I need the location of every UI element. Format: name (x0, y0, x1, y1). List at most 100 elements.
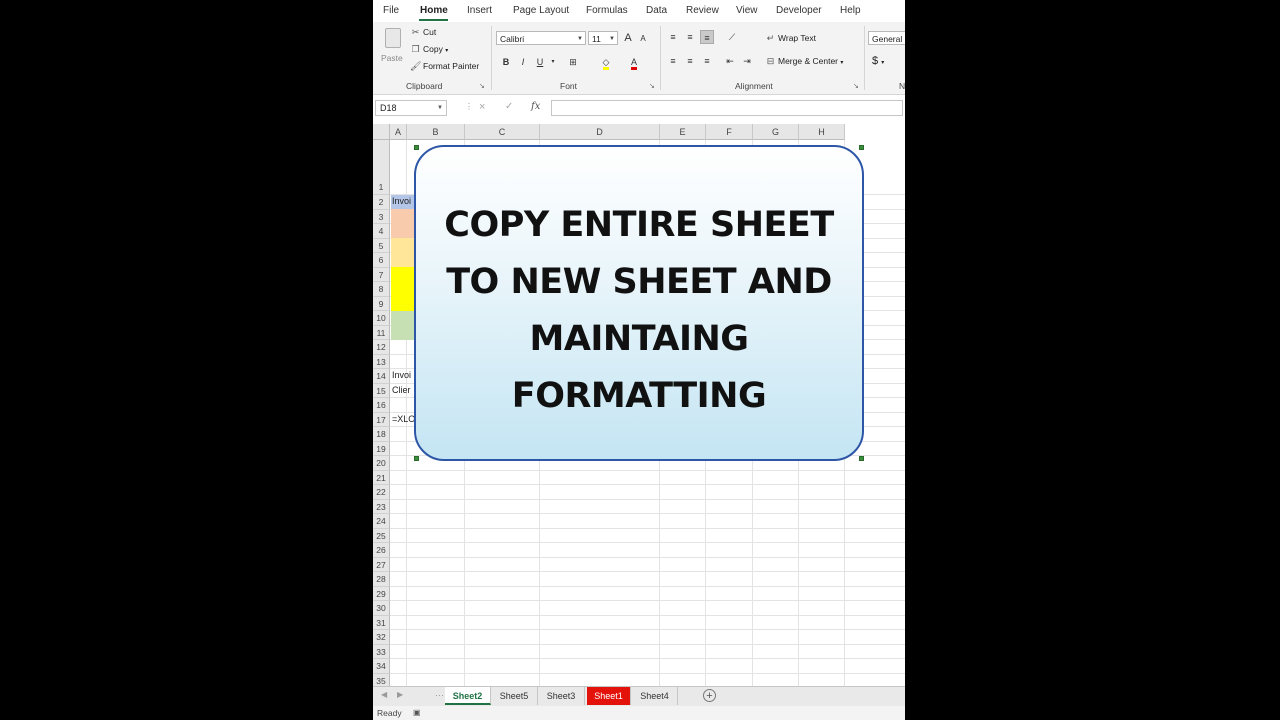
orientation-icon[interactable]: ⟋ (725, 30, 739, 44)
bold-button[interactable]: B (499, 55, 513, 69)
row-header[interactable]: 18 (373, 427, 390, 442)
selection-handle[interactable] (414, 456, 419, 461)
fill-color-button[interactable]: ◇ (599, 55, 613, 70)
row-header[interactable]: 3 (373, 209, 390, 224)
row-header[interactable]: 17 (373, 412, 390, 427)
enter-icon[interactable]: ✓ (505, 101, 513, 112)
row-header[interactable]: 9 (373, 296, 390, 311)
row-header[interactable]: 7 (373, 267, 390, 282)
next-sheet-icon[interactable]: ▶ (397, 690, 403, 699)
row-header[interactable]: 28 (373, 572, 390, 587)
row-header[interactable]: 15 (373, 383, 390, 398)
font-size-select[interactable]: 11 ▼ (588, 31, 618, 45)
row-header[interactable]: 30 (373, 601, 390, 616)
row-header[interactable]: 22 (373, 485, 390, 500)
column-header[interactable]: D (540, 124, 660, 140)
prev-sheet-icon[interactable]: ◀ (381, 690, 387, 699)
sheet-tab-sheet1[interactable]: Sheet1 (587, 687, 631, 705)
tab-file[interactable]: File (383, 5, 399, 16)
selection-handle[interactable] (414, 145, 419, 150)
add-sheet-button[interactable]: + (703, 689, 716, 702)
copy-button[interactable]: ❐ Copy ▾ (410, 44, 448, 55)
italic-button[interactable]: I (516, 55, 530, 69)
align-center-icon[interactable]: ≡ (683, 54, 697, 68)
row-header[interactable]: 14 (373, 369, 390, 384)
row-header[interactable]: 16 (373, 398, 390, 413)
row-header[interactable]: 5 (373, 238, 390, 253)
sheet-tab-sheet4[interactable]: Sheet4 (632, 687, 678, 705)
column-header[interactable]: H (799, 124, 845, 140)
row-header[interactable]: 2 (373, 195, 390, 210)
selection-handle[interactable] (859, 145, 864, 150)
row-header[interactable]: 29 (373, 586, 390, 601)
grow-font-button[interactable]: A (621, 31, 635, 45)
currency-button[interactable]: $ ▾ (872, 55, 884, 67)
font-launcher-icon[interactable]: ↘ (649, 82, 655, 90)
column-header[interactable]: C (465, 124, 540, 140)
merge-center-button[interactable]: ⊟ Merge & Center ▾ (765, 56, 844, 67)
tab-review[interactable]: Review (686, 5, 719, 16)
align-middle-icon[interactable]: ≡ (683, 30, 697, 44)
sheet-tab-sheet2[interactable]: Sheet2 (445, 687, 491, 705)
column-header[interactable]: F (706, 124, 753, 140)
column-header[interactable]: A (390, 124, 407, 140)
format-painter-button[interactable]: 🖌 Format Painter (410, 61, 479, 72)
more-options-icon[interactable]: ⋮ (465, 102, 473, 111)
paste-button[interactable]: Paste (379, 26, 407, 66)
column-header[interactable]: G (753, 124, 799, 140)
column-header[interactable]: E (660, 124, 706, 140)
row-header[interactable]: 26 (373, 543, 390, 558)
row-header[interactable]: 20 (373, 456, 390, 471)
row-header[interactable]: 21 (373, 470, 390, 485)
formula-input[interactable] (551, 100, 903, 116)
row-header[interactable]: 6 (373, 253, 390, 268)
row-header[interactable]: 31 (373, 615, 390, 630)
borders-button[interactable]: ⊞ (566, 55, 580, 69)
alignment-launcher-icon[interactable]: ↘ (853, 82, 859, 90)
number-format-select[interactable]: General (868, 31, 905, 45)
row-header[interactable]: 13 (373, 354, 390, 369)
tab-formulas[interactable]: Formulas (586, 5, 628, 16)
chevron-down-icon[interactable]: ▾ (546, 55, 560, 69)
row-header[interactable]: 32 (373, 630, 390, 645)
cancel-icon[interactable]: × (479, 101, 485, 113)
underline-button[interactable]: U (533, 55, 547, 69)
tab-data[interactable]: Data (646, 5, 667, 16)
sheet-tab-sheet3[interactable]: Sheet3 (538, 687, 585, 705)
insert-function-icon[interactable]: fx (531, 101, 540, 112)
row-header[interactable]: 24 (373, 514, 390, 529)
tab-help[interactable]: Help (840, 5, 861, 16)
row-header[interactable]: 12 (373, 340, 390, 355)
tab-developer[interactable]: Developer (776, 5, 822, 16)
align-bottom-icon[interactable]: ≡ (700, 30, 714, 44)
row-header[interactable]: 1 (373, 140, 390, 195)
row-header[interactable]: 35 (373, 673, 390, 686)
tab-home[interactable]: Home (420, 5, 448, 16)
increase-indent-icon[interactable]: ⇥ (740, 54, 754, 68)
shrink-font-button[interactable]: A (636, 32, 650, 46)
name-box[interactable]: D18 ▼ (375, 100, 447, 116)
select-all-button[interactable] (373, 124, 390, 140)
tab-insert[interactable]: Insert (467, 5, 492, 16)
accessibility-icon[interactable]: ▣ (413, 708, 421, 717)
row-header[interactable]: 8 (373, 282, 390, 297)
wrap-text-button[interactable]: ↵ Wrap Text (765, 33, 816, 44)
selection-handle[interactable] (859, 456, 864, 461)
font-name-select[interactable]: Calibri ▼ (496, 31, 586, 45)
row-header[interactable]: 33 (373, 644, 390, 659)
title-callout-shape[interactable]: COPY ENTIRE SHEET TO NEW SHEET AND MAINT… (414, 145, 864, 461)
clipboard-launcher-icon[interactable]: ↘ (479, 82, 485, 90)
row-header[interactable]: 10 (373, 311, 390, 326)
row-header[interactable]: 11 (373, 325, 390, 340)
align-left-icon[interactable]: ≡ (666, 54, 680, 68)
cut-button[interactable]: ✂ Cut (410, 27, 437, 38)
align-right-icon[interactable]: ≡ (700, 54, 714, 68)
row-header[interactable]: 19 (373, 441, 390, 456)
column-header[interactable]: B (407, 124, 465, 140)
row-header[interactable]: 23 (373, 499, 390, 514)
row-header[interactable]: 4 (373, 224, 390, 239)
row-header[interactable]: 34 (373, 659, 390, 674)
sheet-tab-sheet5[interactable]: Sheet5 (491, 687, 538, 705)
row-header[interactable]: 25 (373, 528, 390, 543)
align-top-icon[interactable]: ≡ (666, 30, 680, 44)
